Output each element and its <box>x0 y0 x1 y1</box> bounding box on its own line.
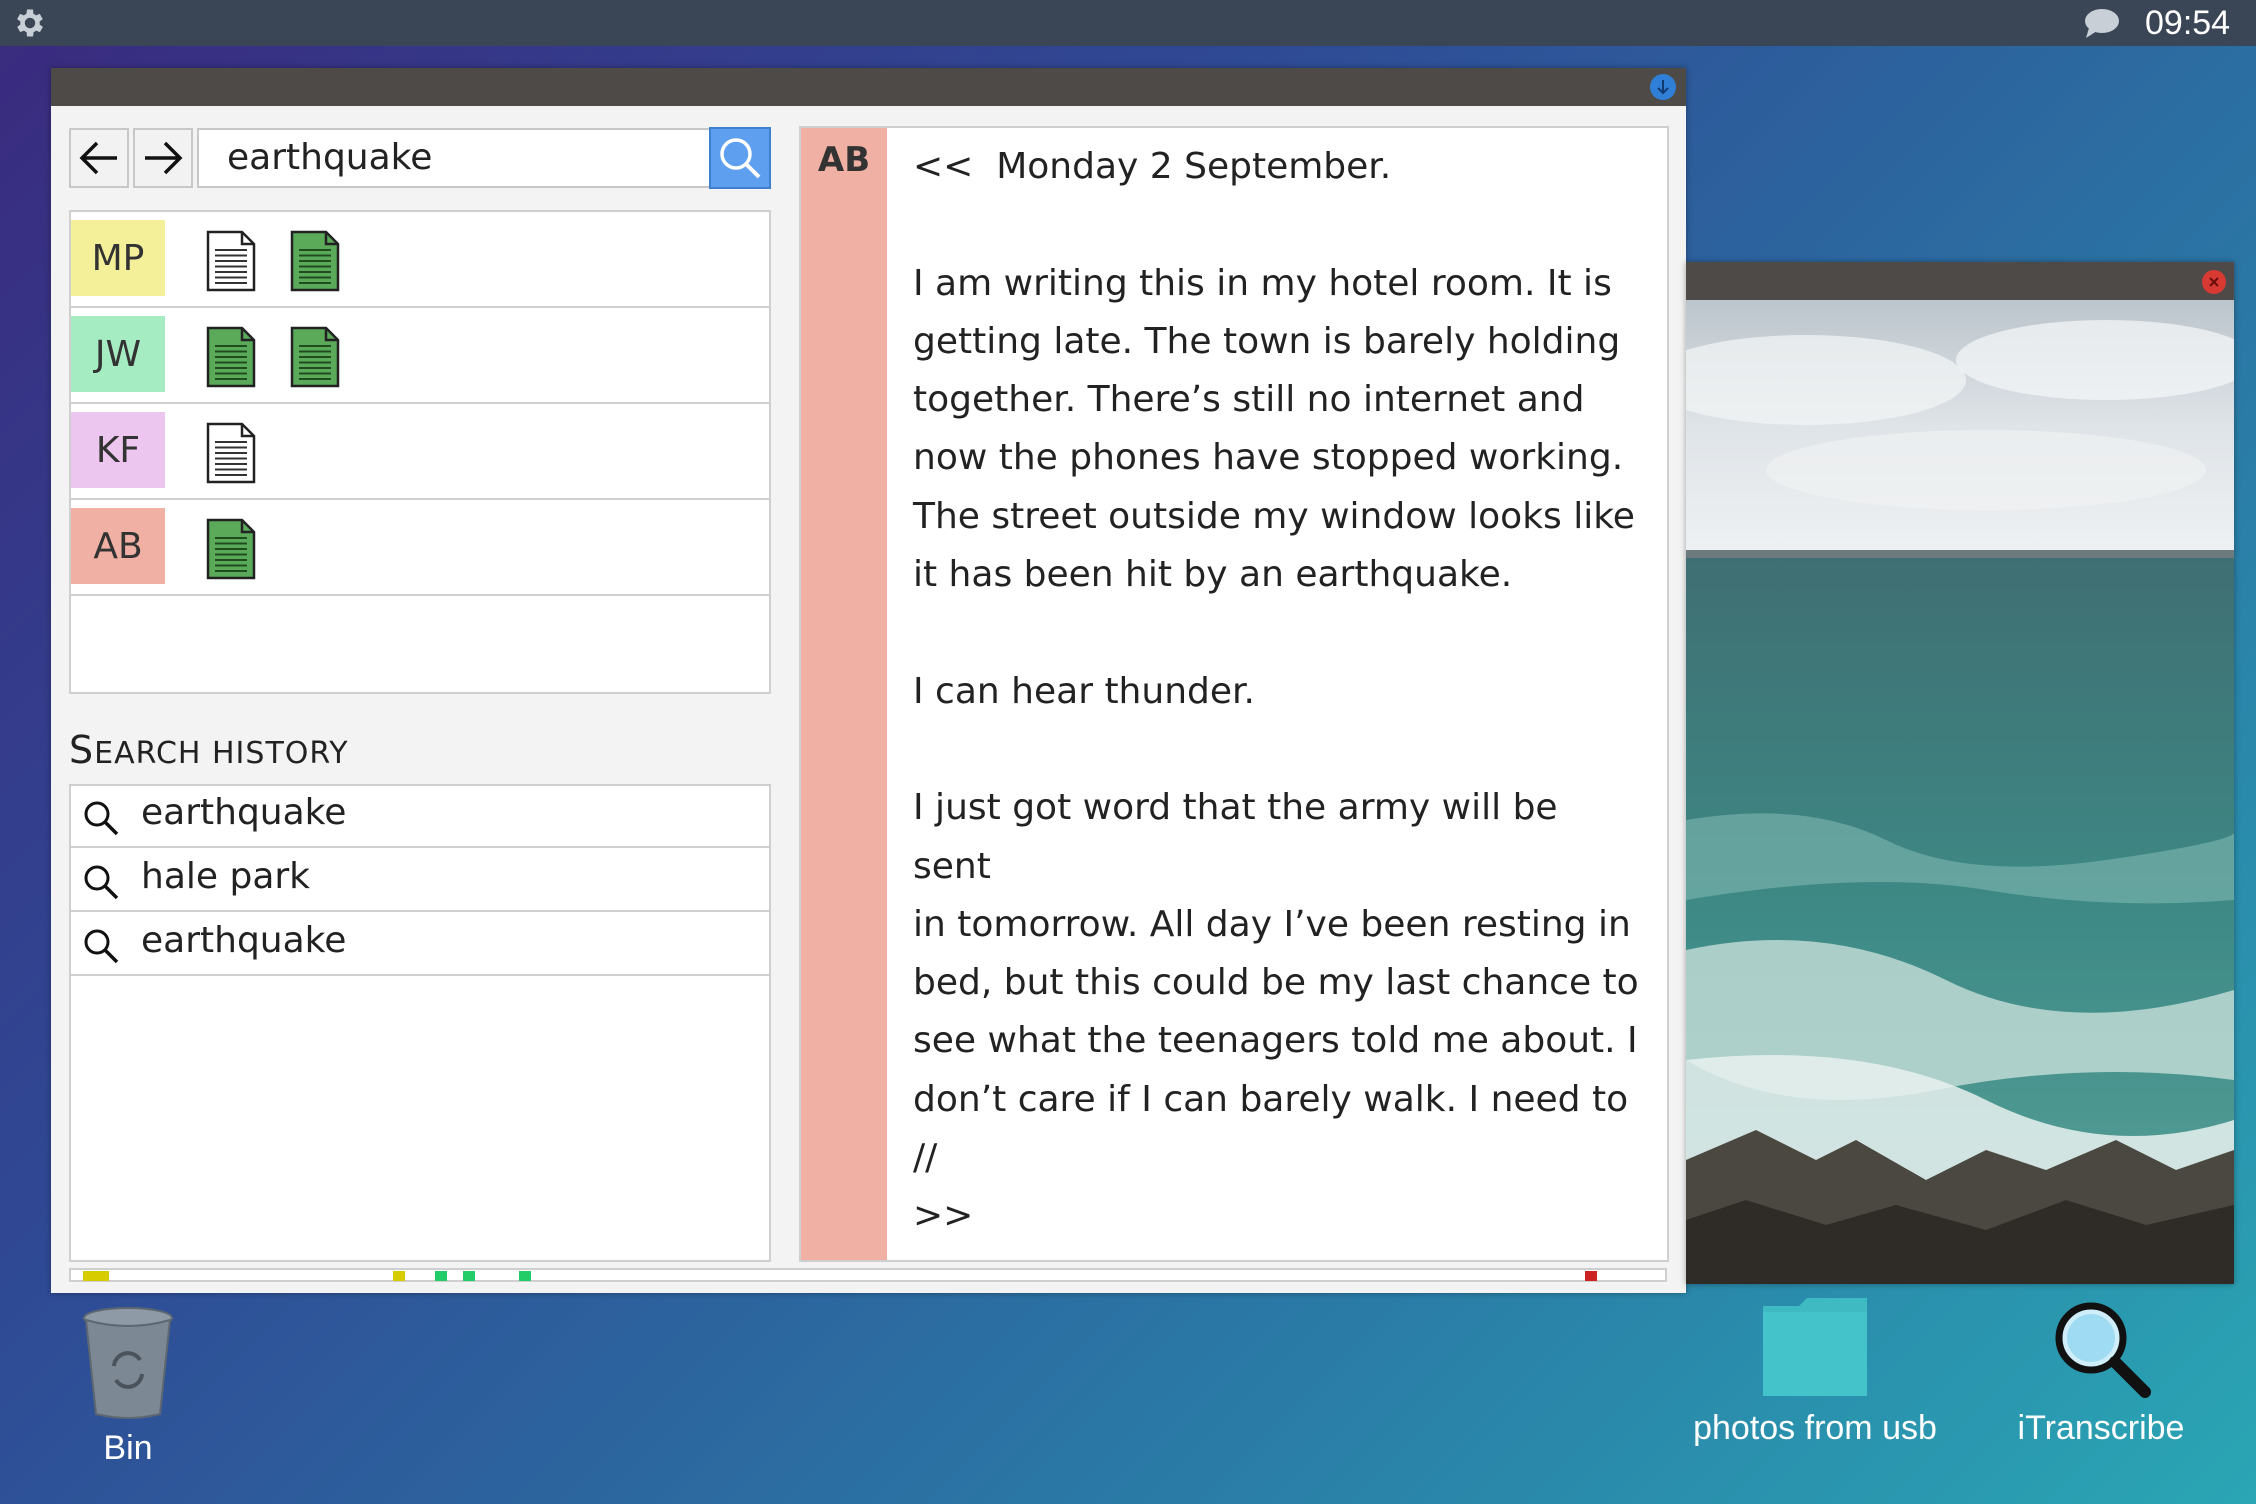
desktop-icon-label: photos from usb <box>1693 1409 1937 1447</box>
folder-icon <box>1763 1298 1867 1396</box>
search-history-list: earthquake hale park earthquake <box>69 784 771 1262</box>
result-author-tag: KF <box>71 412 165 488</box>
search-input[interactable]: earthquake <box>197 128 757 188</box>
result-author-tag: JW <box>71 316 165 392</box>
forward-button[interactable] <box>133 128 193 188</box>
result-row[interactable]: KF <box>71 404 769 500</box>
result-row[interactable]: JW <box>71 308 769 404</box>
photo-window-titlebar[interactable] <box>1686 262 2234 300</box>
document-text: << Monday 2 September. I am writing this… <box>913 146 1639 1237</box>
desktop-icon-label: iTranscribe <box>2017 1409 2185 1447</box>
desktop-icon-photos-folder[interactable]: photos from usb <box>1680 1296 1950 1448</box>
transcribed-document-icon[interactable] <box>205 518 257 580</box>
result-row[interactable]: MP <box>71 212 769 308</box>
arrow-down-icon <box>1657 80 1669 95</box>
coastal-sea-photo <box>1686 300 2234 1284</box>
timeline-marker[interactable] <box>83 1271 109 1281</box>
document-author-tag: AB <box>817 140 871 180</box>
close-button[interactable] <box>2202 270 2226 294</box>
arrow-right-icon <box>145 141 183 175</box>
timeline-marker[interactable] <box>393 1271 405 1281</box>
search-button[interactable] <box>709 127 771 189</box>
transcribed-document-icon[interactable] <box>289 326 341 388</box>
desktop-icon-itranscribe[interactable]: iTranscribe <box>2008 1296 2194 1448</box>
clock: 09:54 <box>2145 4 2231 42</box>
document-icon[interactable] <box>205 230 257 292</box>
window-titlebar[interactable] <box>51 68 1686 106</box>
desktop-icon-label: Bin <box>103 1429 153 1467</box>
magnifier-app-icon <box>2055 1302 2151 1398</box>
result-row[interactable]: AB <box>71 500 769 596</box>
close-icon <box>2209 277 2219 287</box>
history-item[interactable]: earthquake <box>71 914 769 976</box>
timeline-marker[interactable] <box>1585 1271 1597 1281</box>
magnifier-icon <box>720 138 761 179</box>
search-icon <box>84 801 119 836</box>
window-minimize-button[interactable] <box>1650 74 1676 100</box>
history-item[interactable]: earthquake <box>71 786 769 848</box>
back-button[interactable] <box>69 128 129 188</box>
timeline-marker[interactable] <box>519 1271 531 1281</box>
timeline-marker[interactable] <box>463 1271 475 1281</box>
search-results-list: MP JW KF AB <box>69 210 771 694</box>
transcribed-document-icon[interactable] <box>289 230 341 292</box>
history-item-label: hale park <box>141 856 311 897</box>
search-history-heading: SEARCH HISTORY <box>69 728 349 772</box>
timeline-scrubber[interactable] <box>69 1268 1667 1282</box>
search-icon <box>84 929 119 964</box>
transcribed-document-icon[interactable] <box>205 326 257 388</box>
history-item[interactable]: hale park <box>71 850 769 912</box>
photo-viewer-window <box>1686 262 2234 1284</box>
chat-bubble-icon[interactable] <box>2083 6 2121 40</box>
timeline-marker[interactable] <box>435 1271 447 1281</box>
desktop-icon-bin[interactable]: Bin <box>66 1306 190 1468</box>
top-panel: 09:54 <box>0 0 2256 46</box>
arrow-left-icon <box>79 141 117 175</box>
history-item-label: earthquake <box>141 920 347 961</box>
search-app-window: earthquake MP JW KF AB SEARCH HISTORY earth… <box>51 68 1686 1293</box>
trash-bin-icon <box>83 1307 173 1419</box>
search-icon <box>84 865 119 900</box>
document-icon[interactable] <box>205 422 257 484</box>
document-author-bar: AB <box>801 128 887 1260</box>
history-item-label: earthquake <box>141 792 347 833</box>
settings-gear-icon[interactable] <box>12 5 48 41</box>
result-author-tag: AB <box>71 508 165 584</box>
result-author-tag: MP <box>71 220 165 296</box>
document-viewer: AB << Monday 2 September. I am writing t… <box>799 126 1669 1262</box>
